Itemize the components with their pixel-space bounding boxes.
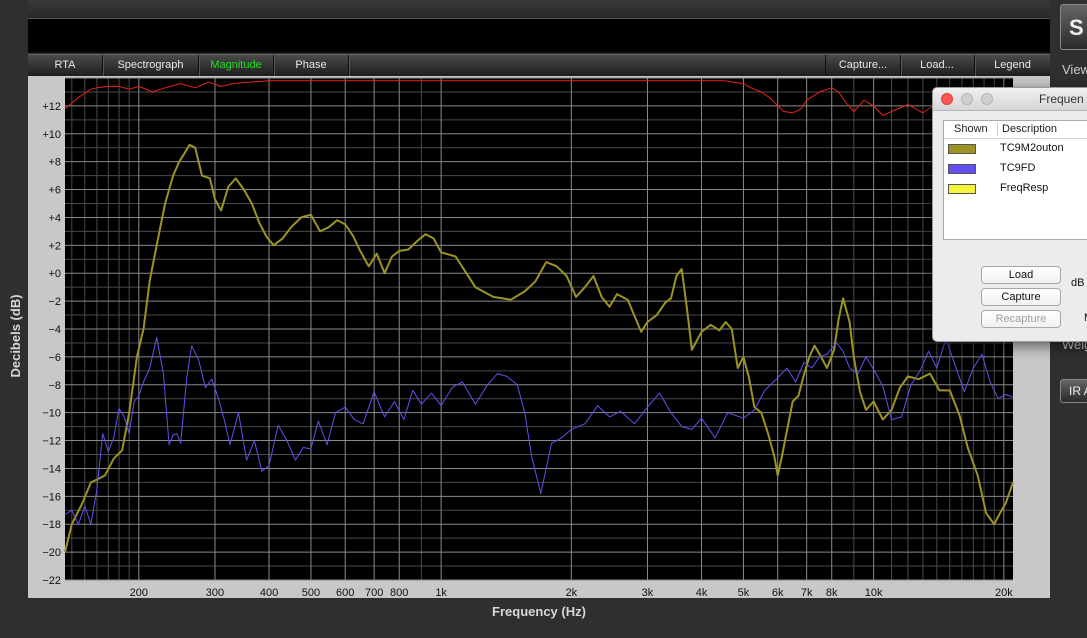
legend-name: FreqResp [1000, 182, 1049, 194]
y-tick-label: −10 [42, 408, 61, 420]
x-tick-label: 400 [260, 587, 278, 599]
y-tick-label: +2 [48, 240, 61, 252]
x-tick-label: 8k [826, 587, 838, 599]
capture-button[interactable]: Capture [981, 288, 1061, 306]
legend-name: TC9M2outon [1000, 142, 1064, 154]
ir-button[interactable]: IR A [1060, 379, 1087, 403]
legend-row[interactable]: FreqResp [944, 179, 1087, 199]
y-tick-label: −20 [42, 547, 61, 559]
y-tick-label: −6 [48, 352, 61, 364]
y-tick-label: −2 [48, 296, 61, 308]
minimize-window-icon[interactable] [961, 93, 973, 105]
y-tick-label: −18 [42, 519, 61, 531]
load-button[interactable]: Load [981, 266, 1061, 284]
x-tick-label: 200 [130, 587, 148, 599]
legend-swatch-tc9fd[interactable] [948, 164, 976, 174]
x-tick-label: 5k [738, 587, 750, 599]
legend-table-header: Shown Description [944, 121, 1087, 139]
x-tick-label: 800 [390, 587, 408, 599]
legend-table: Shown Description TC9M2outon TC9FD FreqR… [943, 120, 1087, 240]
legend-name: TC9FD [1000, 162, 1036, 174]
legend-window[interactable]: Frequen Shown Description TC9M2outon TC9… [932, 87, 1087, 342]
x-axis-label: Frequency (Hz) [492, 604, 586, 619]
maximize-window-icon[interactable] [981, 93, 993, 105]
legend-window-titlebar[interactable]: Frequen [933, 88, 1087, 111]
y-tick-label: +0 [48, 268, 61, 280]
close-window-icon[interactable] [941, 93, 953, 105]
legend-swatch-tc9m2outon[interactable] [948, 144, 976, 154]
legend-window-title: Frequen [1039, 92, 1084, 106]
x-tick-label: 1k [435, 587, 447, 599]
x-tick-label: 3k [642, 587, 654, 599]
x-tick-label: 10k [865, 587, 883, 599]
x-tick-label: 500 [302, 587, 320, 599]
y-tick-label: −16 [42, 491, 61, 503]
x-tick-label: 2k [566, 587, 578, 599]
y-tick-label: +4 [48, 212, 61, 224]
legend-swatch-freqresp[interactable] [948, 184, 976, 194]
x-tick-label: 20k [995, 587, 1013, 599]
y-tick-label: +10 [42, 129, 61, 141]
y-tick-label: +6 [48, 185, 61, 197]
view-label: View [1062, 62, 1087, 77]
x-tick-label: 300 [206, 587, 224, 599]
recapture-button: Recapture [981, 310, 1061, 328]
y-tick-label: −22 [42, 575, 61, 587]
y-tick-label: +8 [48, 157, 61, 169]
x-tick-label: 700 [365, 587, 383, 599]
y-tick-label: −8 [48, 380, 61, 392]
magnitude-chart: −22 −20 −18 −16 −14 −12 −10 −8 −6 −4 −2 +0 +2 +4 +6 +8 +… [8, 77, 1014, 619]
y-tick-label: +12 [42, 101, 61, 113]
y-tick-label: −4 [48, 324, 61, 336]
y-tick-label: −14 [42, 463, 61, 475]
column-shown[interactable]: Shown [954, 123, 988, 135]
y-tick-label: −12 [42, 436, 61, 448]
column-description[interactable]: Description [1002, 123, 1057, 135]
legend-row[interactable]: TC9FD [944, 159, 1087, 179]
y-axis-label: Decibels (dB) [8, 294, 23, 377]
x-tick-label: 6k [772, 587, 784, 599]
x-tick-label: 7k [801, 587, 813, 599]
x-tick-label: 4k [696, 587, 708, 599]
side-panel-button[interactable]: S [1060, 4, 1087, 50]
legend-row[interactable]: TC9M2outon [944, 139, 1087, 159]
x-tick-label: 600 [336, 587, 354, 599]
db-label: dB [1071, 277, 1085, 289]
